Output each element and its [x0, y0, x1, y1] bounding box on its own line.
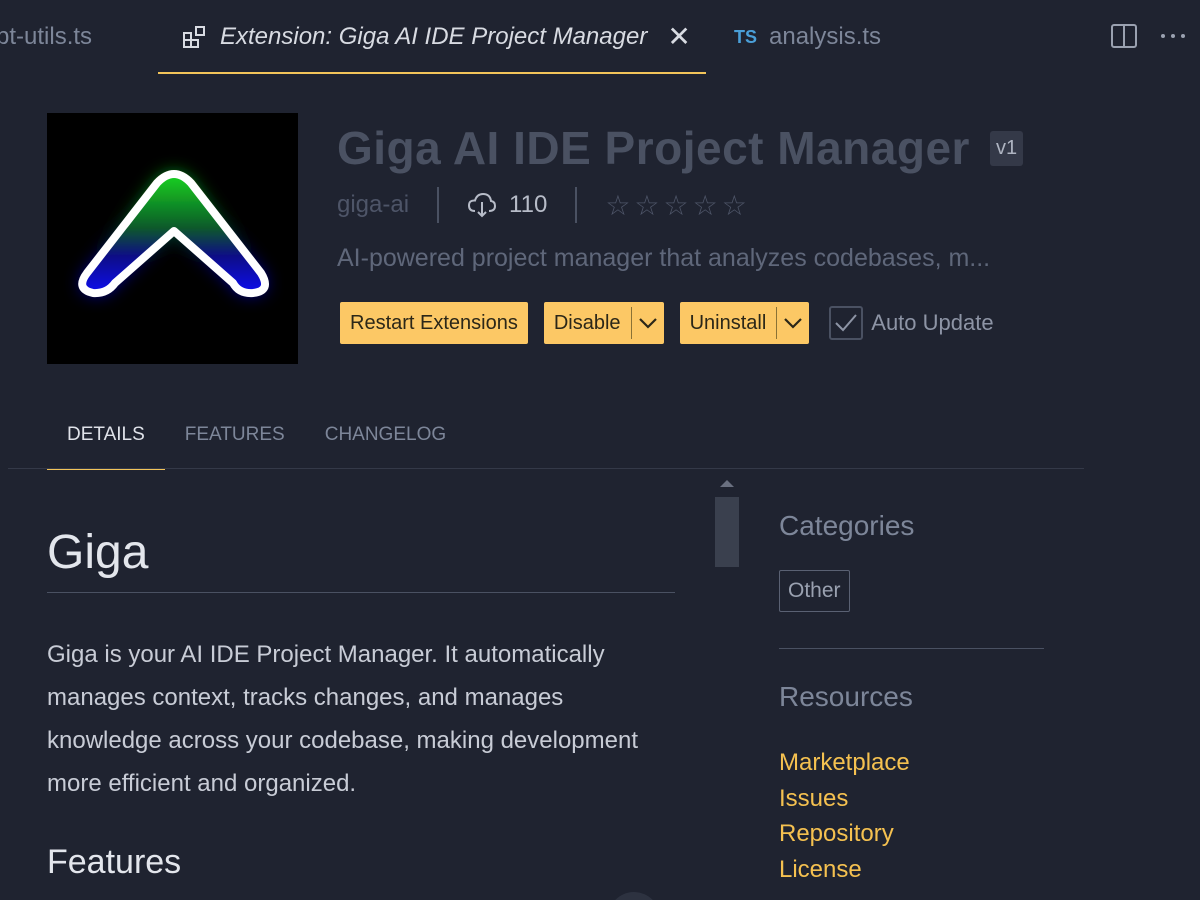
detail-tabs: DETAILS FEATURES CHANGELOG	[47, 400, 466, 470]
auto-update-label: Auto Update	[871, 310, 994, 335]
details-sidebar: Categories Other Resources Marketplace I…	[779, 510, 1044, 887]
resource-link-license[interactable]: License	[779, 852, 1044, 888]
meta-divider	[575, 187, 578, 223]
install-count-value: 110	[509, 191, 548, 218]
rating-stars-icon[interactable]: ☆☆☆☆☆	[605, 189, 751, 222]
more-actions-icon[interactable]	[1158, 22, 1188, 50]
close-icon[interactable]: ✕	[667, 23, 690, 51]
extension-meta: giga-ai 110 ☆☆☆☆☆	[337, 185, 751, 225]
tab-pt-utils[interactable]: pt-utils.ts	[0, 0, 116, 74]
extension-title: Giga AI IDE Project Manager	[337, 122, 970, 174]
tab-label: Extension: Giga AI IDE Project Manager	[220, 23, 648, 50]
extensions-icon	[183, 26, 205, 48]
chevron-down-icon[interactable]	[632, 302, 664, 344]
scrollbar-thumb[interactable]	[715, 497, 739, 567]
auto-update-toggle[interactable]: Auto Update	[829, 306, 994, 340]
tab-label: pt-utils.ts	[0, 23, 93, 50]
tab-changelog[interactable]: CHANGELOG	[305, 400, 466, 470]
disable-button[interactable]: Disable	[544, 302, 631, 344]
chevron-down-icon[interactable]	[777, 302, 809, 344]
tab-features[interactable]: FEATURES	[165, 400, 305, 470]
restart-extensions-button[interactable]: Restart Extensions	[340, 302, 528, 344]
extension-actions: Restart Extensions Disable Uninstall Aut…	[340, 302, 994, 344]
tab-details[interactable]: DETAILS	[47, 400, 165, 470]
split-editor-icon[interactable]	[1110, 22, 1138, 50]
giga-chevron-logo-icon	[78, 170, 270, 298]
editor-tab-bar: pt-utils.ts Extension: Giga AI IDE Proje…	[0, 0, 1200, 74]
scroll-up-arrow-icon[interactable]	[720, 480, 734, 487]
tab-label: analysis.ts	[769, 23, 882, 50]
resources-heading: Resources	[779, 681, 913, 712]
floating-button[interactable]	[608, 892, 660, 900]
resource-link-issues[interactable]: Issues	[779, 781, 1044, 817]
readme-paragraph: Giga is your AI IDE Project Manager. It …	[47, 641, 639, 797]
extension-logo	[47, 113, 298, 364]
uninstall-button-group: Uninstall	[679, 302, 810, 344]
publisher-name[interactable]: giga-ai	[337, 191, 409, 219]
extension-title-row: Giga AI IDE Project Manager v1	[337, 118, 1045, 178]
editor-actions	[1110, 22, 1188, 50]
extension-description: AI-powered project manager that analyzes…	[337, 244, 991, 272]
sidebar-divider	[779, 648, 1044, 649]
readme-heading: Giga	[47, 525, 675, 593]
readme-subheading: Features	[47, 843, 182, 881]
meta-divider	[437, 187, 440, 223]
typescript-icon: TS	[734, 26, 758, 47]
disable-button-group: Disable	[543, 302, 664, 344]
checkmark-icon	[835, 314, 858, 332]
resource-link-repository[interactable]: Repository	[779, 816, 1044, 852]
uninstall-button[interactable]: Uninstall	[680, 302, 777, 344]
resource-link-marketplace[interactable]: Marketplace	[779, 745, 1044, 781]
tab-extension-details[interactable]: Extension: Giga AI IDE Project Manager ✕	[158, 0, 706, 74]
resources-list: Marketplace Issues Repository License	[779, 745, 1044, 887]
install-count: 110	[467, 191, 547, 219]
version-badge: v1	[989, 130, 1024, 166]
category-tag[interactable]: Other	[779, 570, 850, 612]
tab-analysis[interactable]: TS analysis.ts	[734, 0, 934, 74]
categories-heading: Categories	[779, 510, 915, 541]
cloud-download-icon	[468, 192, 497, 218]
readme-content: Giga Giga is your AI IDE Project Manager…	[47, 525, 675, 882]
tabs-divider	[8, 468, 1084, 469]
auto-update-checkbox[interactable]	[829, 306, 864, 340]
